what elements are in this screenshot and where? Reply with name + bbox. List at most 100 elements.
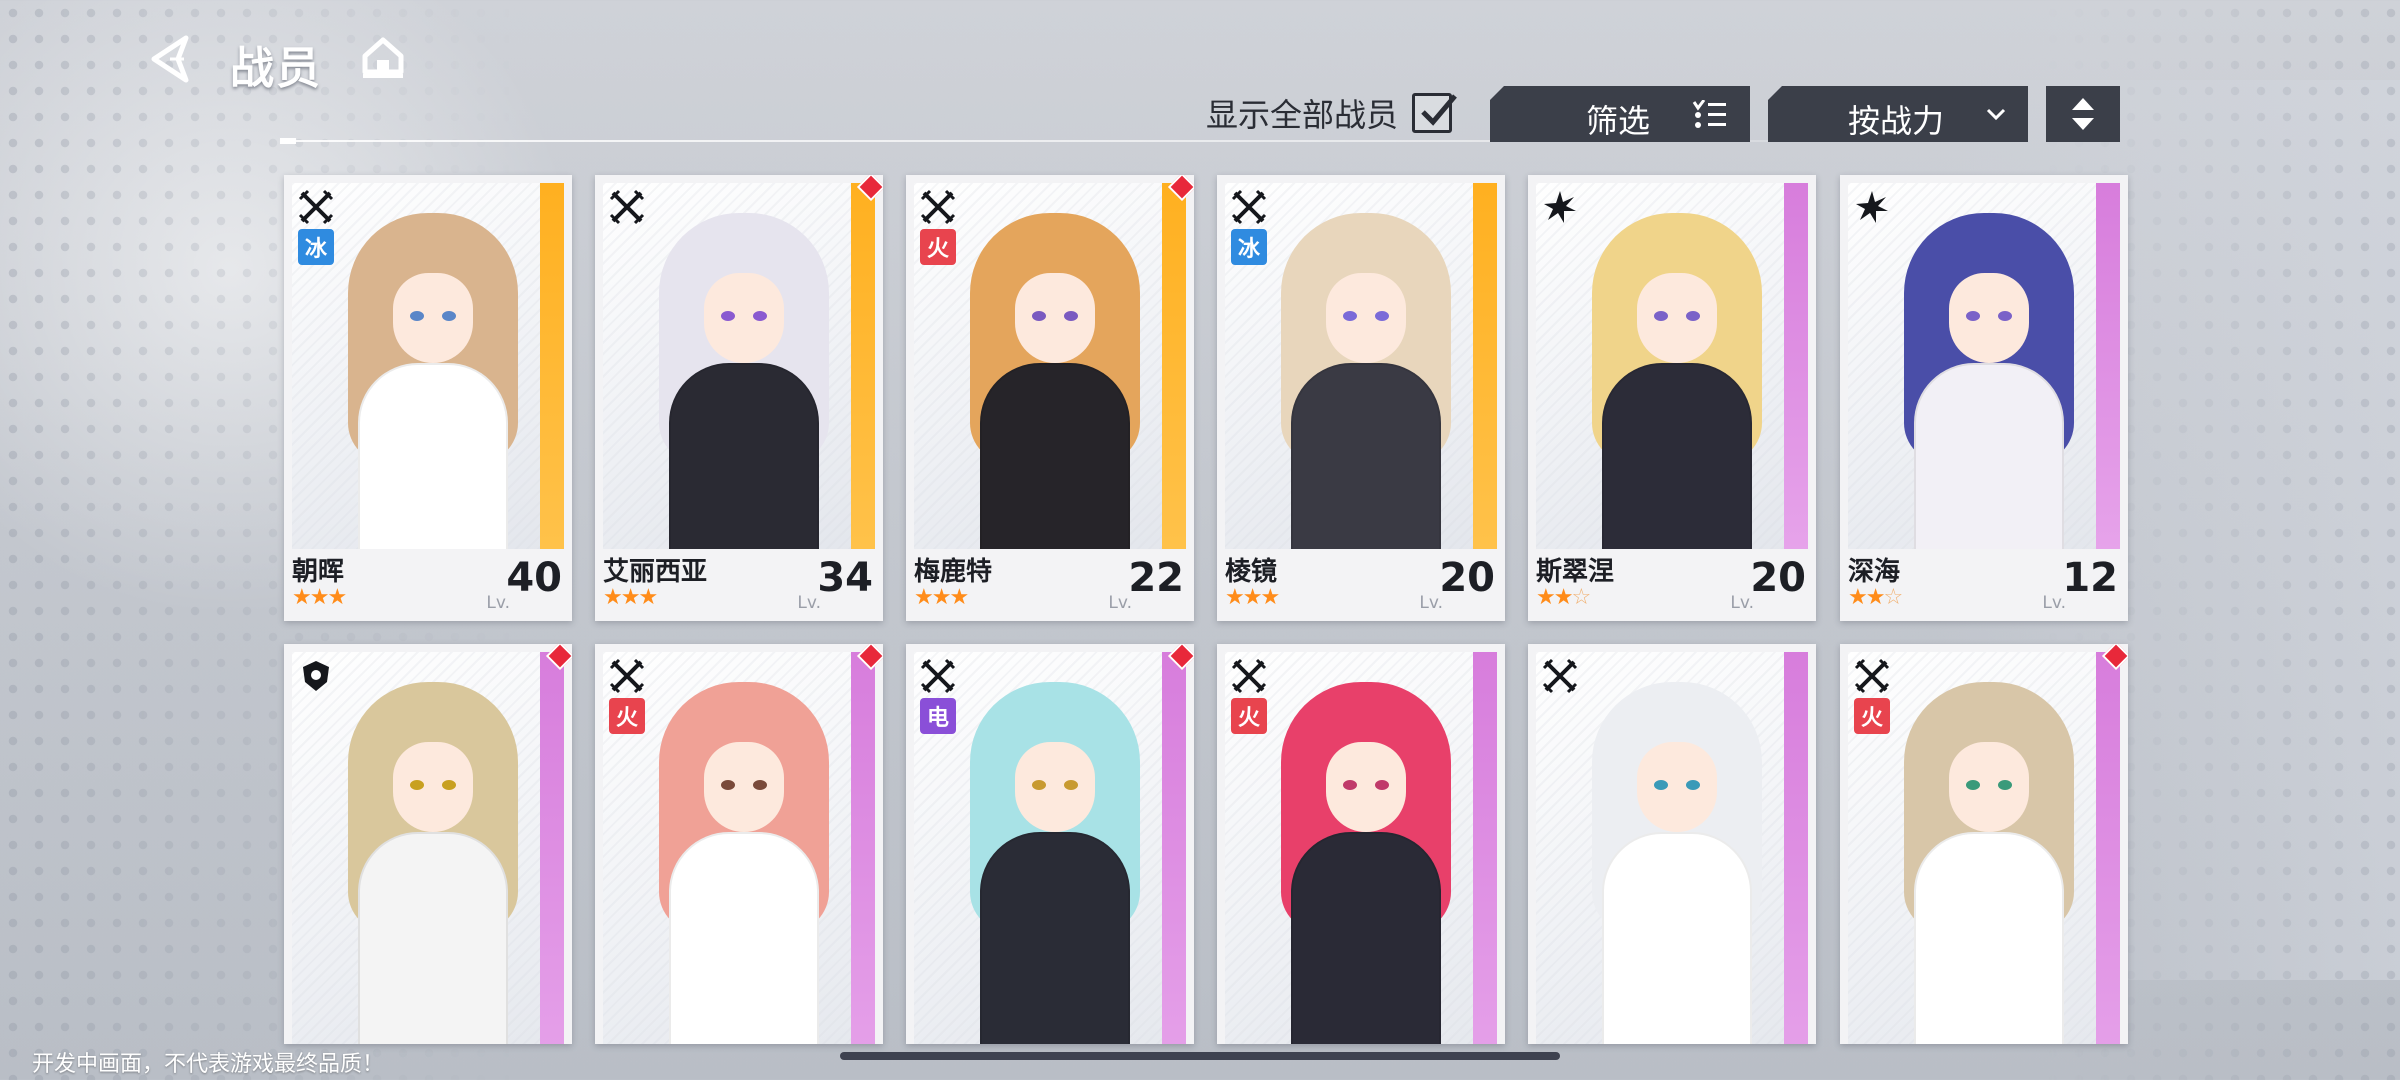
- element-badge: 火: [1231, 698, 1267, 734]
- character-card[interactable]: 冰朝晖 ★★★ Lv. 40: [284, 175, 572, 621]
- rarity-bar: [1162, 183, 1186, 549]
- filter-button[interactable]: 筛选: [1490, 86, 1750, 142]
- star-empty-icon: ☆: [1571, 585, 1591, 610]
- star-burst-icon: [1854, 189, 1890, 231]
- crossed-swords-icon: [1231, 189, 1267, 231]
- star-icon: ★: [1260, 585, 1280, 610]
- checkmark-icon: [1421, 94, 1457, 126]
- star-rating: ★★★: [1225, 585, 1280, 610]
- show-all-label: 显示全部战员: [1206, 96, 1399, 134]
- rarity-bar: [851, 183, 875, 549]
- rarity-bar: [540, 652, 564, 1044]
- rarity-bar: [1473, 652, 1497, 1044]
- back-arrow-icon: [151, 35, 189, 83]
- rarity-bar: [1473, 183, 1497, 549]
- sort-label: 按战力: [1848, 102, 1945, 140]
- star-icon: ★: [1225, 585, 1245, 610]
- rarity-bar: [851, 652, 875, 1044]
- star-icon: ★: [949, 585, 969, 610]
- sort-order-icon: [2072, 98, 2094, 130]
- character-card[interactable]: 火: [1217, 644, 1505, 1044]
- header-divider-tick: [280, 138, 296, 144]
- star-icon: ★: [327, 585, 347, 610]
- show-all-checkbox[interactable]: [1412, 93, 1457, 133]
- character-name: 深海: [1848, 557, 1901, 587]
- header-divider: [280, 140, 2020, 142]
- star-icon: ★: [931, 585, 952, 610]
- character-card[interactable]: [284, 644, 572, 1044]
- element-badge: 火: [609, 698, 645, 734]
- star-burst-icon: [1542, 189, 1578, 231]
- character-card[interactable]: 电: [906, 644, 1194, 1044]
- sort-order-button[interactable]: [2046, 86, 2120, 142]
- crossed-swords-icon: [609, 658, 645, 700]
- star-rating: ★★★: [603, 585, 658, 610]
- character-level: 34: [817, 555, 873, 601]
- filter-list-icon: [1692, 100, 1726, 128]
- character-portrait: [1848, 183, 2120, 549]
- character-portrait: [1536, 183, 1808, 549]
- character-card[interactable]: [1528, 644, 1816, 1044]
- sort-dropdown[interactable]: 按战力: [1768, 86, 2028, 142]
- show-all-toggle[interactable]: 显示全部战员: [1206, 90, 1457, 136]
- crossed-swords-icon: [298, 189, 334, 231]
- character-level: 40: [506, 555, 562, 601]
- star-rating: ★★★: [914, 585, 969, 610]
- star-icon: ★: [638, 585, 658, 610]
- back-button[interactable]: [148, 34, 198, 84]
- page-title: 战员: [230, 43, 322, 94]
- element-badge: 火: [1854, 698, 1890, 734]
- crossed-swords-icon: [920, 189, 956, 231]
- character-level: 20: [1750, 555, 1806, 601]
- element-badge: 火: [920, 229, 956, 265]
- star-icon: ★: [914, 585, 934, 610]
- character-card[interactable]: 艾丽西亚 ★★★ Lv. 34: [595, 175, 883, 621]
- character-portrait: [603, 183, 875, 549]
- character-card[interactable]: 斯翠涅 ★★☆ Lv. 20: [1528, 175, 1816, 621]
- character-name: 艾丽西亚: [603, 557, 708, 587]
- character-name: 棱镜: [1225, 557, 1278, 587]
- element-badge: 电: [920, 698, 956, 734]
- element-badge: 冰: [298, 229, 334, 265]
- character-card[interactable]: 深海 ★★☆ Lv. 12: [1840, 175, 2128, 621]
- chevron-down-icon: [1986, 108, 2006, 121]
- home-button[interactable]: [360, 34, 406, 80]
- crossed-swords-icon: [920, 658, 956, 700]
- character-portrait: [292, 652, 564, 1044]
- crossed-swords-icon: [1542, 658, 1578, 700]
- crossed-swords-icon: [1854, 658, 1890, 700]
- rarity-bar: [1784, 652, 1808, 1044]
- star-icon: ★: [292, 585, 312, 610]
- character-name: 朝晖: [292, 557, 345, 587]
- star-rating: ★★★: [292, 585, 347, 610]
- star-rating: ★★☆: [1536, 585, 1591, 610]
- home-icon: [362, 37, 404, 78]
- character-card[interactable]: 火: [595, 644, 883, 1044]
- character-name: 梅鹿特: [914, 557, 993, 587]
- rarity-bar: [1784, 183, 1808, 549]
- star-icon: ★: [1865, 585, 1886, 610]
- star-icon: ★: [603, 585, 623, 610]
- character-level: 12: [2062, 555, 2118, 601]
- character-portrait: [1536, 652, 1808, 1044]
- dev-disclaimer: 开发中画面，不代表游戏最终品质！: [32, 1052, 385, 1077]
- rarity-bar: [2096, 183, 2120, 549]
- star-icon: ★: [309, 585, 330, 610]
- shield-icon: [298, 658, 334, 700]
- home-indicator-bar[interactable]: [840, 1052, 1560, 1060]
- crossed-swords-icon: [609, 189, 645, 231]
- star-icon: ★: [1553, 585, 1574, 610]
- character-level: 20: [1439, 555, 1495, 601]
- star-icon: ★: [1242, 585, 1263, 610]
- element-badge: 冰: [1231, 229, 1267, 265]
- character-card[interactable]: 冰棱镜 ★★★ Lv. 20: [1217, 175, 1505, 621]
- rarity-bar: [2096, 652, 2120, 1044]
- character-level: 22: [1128, 555, 1184, 601]
- star-icon: ★: [1536, 585, 1556, 610]
- star-icon: ★: [620, 585, 641, 610]
- rarity-bar: [540, 183, 564, 549]
- star-icon: ★: [1848, 585, 1868, 610]
- character-card[interactable]: 火: [1840, 644, 2128, 1044]
- star-rating: ★★☆: [1848, 585, 1903, 610]
- character-card[interactable]: 火梅鹿特 ★★★ Lv. 22: [906, 175, 1194, 621]
